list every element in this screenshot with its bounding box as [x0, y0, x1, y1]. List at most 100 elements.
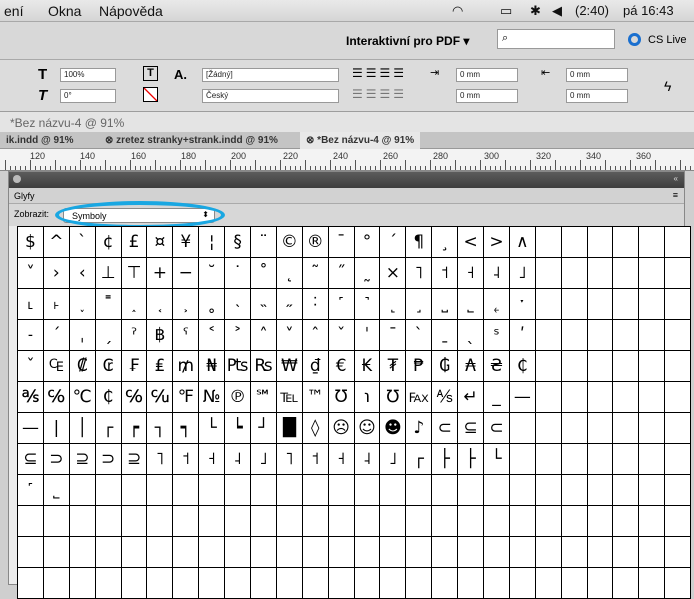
- glyph-cell[interactable]: `: [69, 227, 96, 258]
- glyph-cell[interactable]: ®: [302, 227, 329, 258]
- glyph-cell[interactable]: ˩: [380, 444, 407, 475]
- glyph-cell[interactable]: [121, 568, 148, 599]
- glyph-cell[interactable]: [613, 475, 640, 506]
- glyph-cell[interactable]: [587, 258, 614, 289]
- glyph-cell[interactable]: [665, 227, 692, 258]
- glyph-cell[interactable]: [354, 568, 381, 599]
- glyph-cell[interactable]: ☹: [328, 413, 355, 444]
- glyph-cell[interactable]: [328, 568, 355, 599]
- glyph-cell[interactable]: ʹ: [509, 320, 536, 351]
- glyph-cell[interactable]: |: [43, 413, 70, 444]
- glyph-cell[interactable]: [639, 320, 666, 351]
- glyph-cell[interactable]: ˦: [432, 258, 459, 289]
- glyph-cell[interactable]: §: [225, 227, 252, 258]
- glyph-cell[interactable]: [613, 227, 640, 258]
- glyph-cell[interactable]: ┐: [147, 413, 174, 444]
- glyph-cell[interactable]: ⊥: [95, 258, 122, 289]
- glyph-cell[interactable]: [613, 506, 640, 537]
- glyph-cell[interactable]: ´: [380, 227, 407, 258]
- glyph-cell[interactable]: ⊂: [484, 413, 510, 444]
- glyph-cell[interactable]: [121, 506, 148, 537]
- glyph-cell[interactable]: ˿: [484, 289, 510, 320]
- glyph-cell[interactable]: ¦: [199, 227, 226, 258]
- glyph-cell[interactable]: ⊇: [121, 444, 148, 475]
- glyph-cell[interactable]: [639, 444, 666, 475]
- glyph-cell[interactable]: [43, 537, 70, 568]
- glyph-cell[interactable]: [587, 351, 614, 382]
- glyph-cell[interactable]: [406, 568, 433, 599]
- glyph-cell[interactable]: ˄: [251, 320, 277, 351]
- glyph-cell[interactable]: [484, 537, 510, 568]
- glyph-cell[interactable]: [639, 227, 666, 258]
- glyph-cell[interactable]: ¯: [328, 227, 355, 258]
- glyph-cell[interactable]: [302, 475, 329, 506]
- glyph-cell[interactable]: ˝: [328, 258, 355, 289]
- glyph-cell[interactable]: ℩: [354, 382, 381, 413]
- glyph-cell[interactable]: [535, 258, 562, 289]
- glyph-cell[interactable]: [639, 351, 666, 382]
- glyph-cell[interactable]: $: [18, 227, 44, 258]
- glyph-cell[interactable]: [199, 475, 226, 506]
- glyph-cell[interactable]: №: [199, 382, 226, 413]
- document-tab[interactable]: ⊗ zretez stranky+strank.indd @ 91%: [99, 132, 284, 149]
- left-indent-field[interactable]: 0 mm: [456, 68, 518, 82]
- glyph-cell[interactable]: [639, 537, 666, 568]
- glyph-cell[interactable]: [380, 568, 407, 599]
- wifi-icon[interactable]: ◠: [452, 3, 463, 19]
- glyph-cell[interactable]: ˛: [276, 258, 303, 289]
- glyph-cell[interactable]: [458, 568, 485, 599]
- glyph-cell[interactable]: ˨: [484, 258, 510, 289]
- glyph-cell[interactable]: [276, 475, 303, 506]
- glyph-cell[interactable]: ˹: [18, 475, 44, 506]
- glyph-cell[interactable]: ⊆: [458, 413, 485, 444]
- glyph-cell[interactable]: −: [173, 258, 200, 289]
- glyph-cell[interactable]: ⅍: [432, 382, 459, 413]
- glyph-cell[interactable]: ˜: [302, 258, 329, 289]
- glyph-cell[interactable]: ˭: [95, 289, 122, 320]
- glyph-cell[interactable]: [380, 537, 407, 568]
- glyph-cell[interactable]: [484, 475, 510, 506]
- glyph-cell[interactable]: ¶: [406, 227, 433, 258]
- first-indent-field[interactable]: 0 mm: [456, 89, 518, 103]
- glyph-cell[interactable]: ˑ: [509, 289, 536, 320]
- cslive-button[interactable]: CS Live: [648, 34, 687, 46]
- glyph-cell[interactable]: │: [69, 413, 96, 444]
- glyph-cell[interactable]: ⊆: [18, 444, 44, 475]
- glyph-cell[interactable]: ˏ: [95, 320, 122, 351]
- glyph-cell[interactable]: ˅: [18, 258, 44, 289]
- glyph-cell[interactable]: ˺: [354, 289, 381, 320]
- glyph-cell[interactable]: [613, 444, 640, 475]
- glyph-cell[interactable]: ♪: [406, 413, 433, 444]
- glyph-cell[interactable]: [380, 475, 407, 506]
- glyph-cell[interactable]: ˊ: [43, 320, 70, 351]
- glyph-cell[interactable]: ˅: [276, 320, 303, 351]
- glyph-cell[interactable]: [406, 475, 433, 506]
- glyph-cell[interactable]: ┌: [95, 413, 122, 444]
- glyph-cell[interactable]: ₧: [225, 351, 252, 382]
- glyph-cell[interactable]: [432, 568, 459, 599]
- glyph-cell[interactable]: [561, 227, 588, 258]
- glyph-cell[interactable]: ℉: [173, 382, 200, 413]
- glyph-cell[interactable]: [613, 289, 640, 320]
- skew-field[interactable]: 0°: [60, 89, 116, 103]
- glyph-cell[interactable]: ˢ: [484, 320, 510, 351]
- glyph-cell[interactable]: [561, 289, 588, 320]
- glyph-cell[interactable]: ⊂: [432, 413, 459, 444]
- glyph-cell[interactable]: [561, 444, 588, 475]
- glyph-cell[interactable]: ☺: [354, 413, 381, 444]
- glyph-cell[interactable]: ˨: [354, 444, 381, 475]
- glyph-cell[interactable]: [18, 537, 44, 568]
- glyph-cell[interactable]: [199, 537, 226, 568]
- glyph-cell[interactable]: ˩: [509, 258, 536, 289]
- glyph-cell[interactable]: [665, 289, 692, 320]
- glyph-cell[interactable]: ˗: [18, 320, 44, 351]
- glyph-cell[interactable]: ℗: [225, 382, 252, 413]
- glyph-cell[interactable]: ₭: [354, 351, 381, 382]
- glyph-cell[interactable]: ˥: [147, 444, 174, 475]
- glyph-cell[interactable]: ↵: [458, 382, 485, 413]
- glyph-cell[interactable]: [535, 568, 562, 599]
- glyph-cell[interactable]: [665, 258, 692, 289]
- fill-text-icon[interactable]: T: [143, 66, 158, 81]
- glyph-cell[interactable]: ˂: [199, 320, 226, 351]
- glyph-cell[interactable]: ˘: [199, 258, 226, 289]
